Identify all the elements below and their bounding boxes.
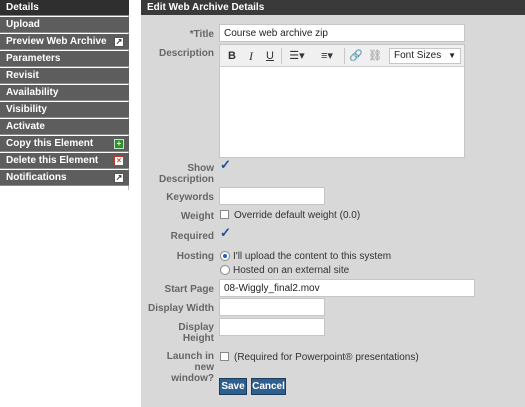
weight-option-label: Override default weight (0.0): [234, 210, 361, 221]
save-button[interactable]: Save: [219, 378, 247, 395]
italic-button[interactable]: I: [244, 48, 258, 64]
panel-title: Edit Web Archive Details: [141, 0, 525, 15]
display-height-label: Display Height: [178, 322, 214, 344]
sidebar-item-label: Details: [6, 2, 39, 13]
display-width-label: Display Width: [147, 303, 214, 314]
weight-label: Weight: [180, 211, 214, 222]
sidebar-item-availability[interactable]: Availability: [0, 85, 129, 101]
sidebar-item-label: Upload: [6, 19, 40, 30]
title-input[interactable]: [219, 24, 465, 42]
toolbar-divider: [344, 48, 345, 64]
delete-icon: ×: [114, 156, 124, 166]
display-height-input[interactable]: [219, 318, 325, 336]
show-description-label: Show Description: [158, 163, 214, 185]
launch-window-label: Launch in new window?: [166, 351, 214, 384]
hosting-label: Hosting: [176, 251, 214, 262]
sidebar-item-visibility[interactable]: Visibility: [0, 102, 129, 118]
description-editor[interactable]: B I U ☰▾ ≡▾ 🔗 ⛓ Font Sizes ▼: [219, 44, 465, 158]
hosting-external-radio[interactable]: [220, 265, 230, 275]
sidebar-item-label: Availability: [6, 87, 59, 98]
start-page-input[interactable]: [219, 279, 475, 297]
keywords-input[interactable]: [219, 187, 325, 205]
toolbar-divider: [281, 48, 282, 64]
sidebar-item-activate[interactable]: Activate: [0, 119, 129, 135]
sidebar-item-preview[interactable]: Preview Web Archive ↗: [0, 34, 129, 50]
required-checkbox[interactable]: ✓: [220, 226, 231, 239]
numbered-list-icon[interactable]: ≡▾: [315, 48, 339, 64]
sidebar-item-parameters[interactable]: Parameters: [0, 51, 129, 67]
external-link-icon: ↗: [114, 173, 124, 183]
sidebar-item-label: Notifications: [6, 172, 67, 183]
underline-button[interactable]: U: [263, 48, 277, 64]
sidebar-item-label: Parameters: [6, 53, 61, 64]
sidebar-item-upload[interactable]: Upload: [0, 17, 129, 33]
sidebar-item-revisit[interactable]: Revisit: [0, 68, 129, 84]
sidebar-item-notifications[interactable]: Notifications ↗: [0, 170, 129, 186]
unlink-icon[interactable]: ⛓: [368, 48, 382, 64]
link-icon[interactable]: 🔗: [349, 48, 363, 64]
launch-window-checkbox[interactable]: [220, 352, 229, 361]
bullet-list-icon[interactable]: ☰▾: [285, 48, 309, 64]
add-icon: +: [114, 139, 124, 149]
description-label: Description: [158, 48, 214, 59]
hosting-upload-radio[interactable]: [220, 251, 230, 261]
sidebar-item-details[interactable]: Details: [0, 0, 129, 16]
cancel-button[interactable]: Cancel: [251, 378, 286, 395]
font-sizes-label: Font Sizes: [394, 50, 442, 61]
sidebar-item-label: Delete this Element: [6, 155, 99, 166]
show-description-checkbox[interactable]: ✓: [220, 158, 231, 171]
sidebar-item-label: Activate: [6, 121, 45, 132]
sidebar-item-label: Copy this Element: [6, 138, 94, 149]
editor-toolbar: B I U ☰▾ ≡▾ 🔗 ⛓ Font Sizes ▼: [220, 45, 464, 67]
required-label: Required: [170, 231, 214, 242]
sidebar-item-delete[interactable]: Delete this Element ×: [0, 153, 129, 169]
sidebar-item-copy[interactable]: Copy this Element +: [0, 136, 129, 152]
keywords-label: Keywords: [166, 192, 214, 203]
hosting-external-label: Hosted on an external site: [233, 265, 350, 276]
title-label: *Title: [189, 29, 214, 40]
font-sizes-select[interactable]: Font Sizes ▼: [389, 48, 461, 64]
weight-checkbox[interactable]: [220, 210, 229, 219]
sidebar-nav: Details Upload Preview Web Archive ↗ Para…: [0, 0, 129, 190]
display-width-input[interactable]: [219, 298, 325, 316]
launch-window-hint: (Required for Powerpoint® presentations): [234, 352, 419, 363]
start-page-label: Start Page: [164, 284, 214, 295]
sidebar-item-label: Revisit: [6, 70, 39, 81]
chevron-down-icon: ▼: [448, 51, 456, 60]
sidebar-item-label: Visibility: [6, 104, 47, 115]
hosting-upload-label: I'll upload the content to this system: [233, 251, 392, 262]
sidebar-item-label: Preview Web Archive: [6, 36, 107, 47]
external-link-icon: ↗: [114, 37, 124, 47]
bold-button[interactable]: B: [225, 48, 239, 64]
